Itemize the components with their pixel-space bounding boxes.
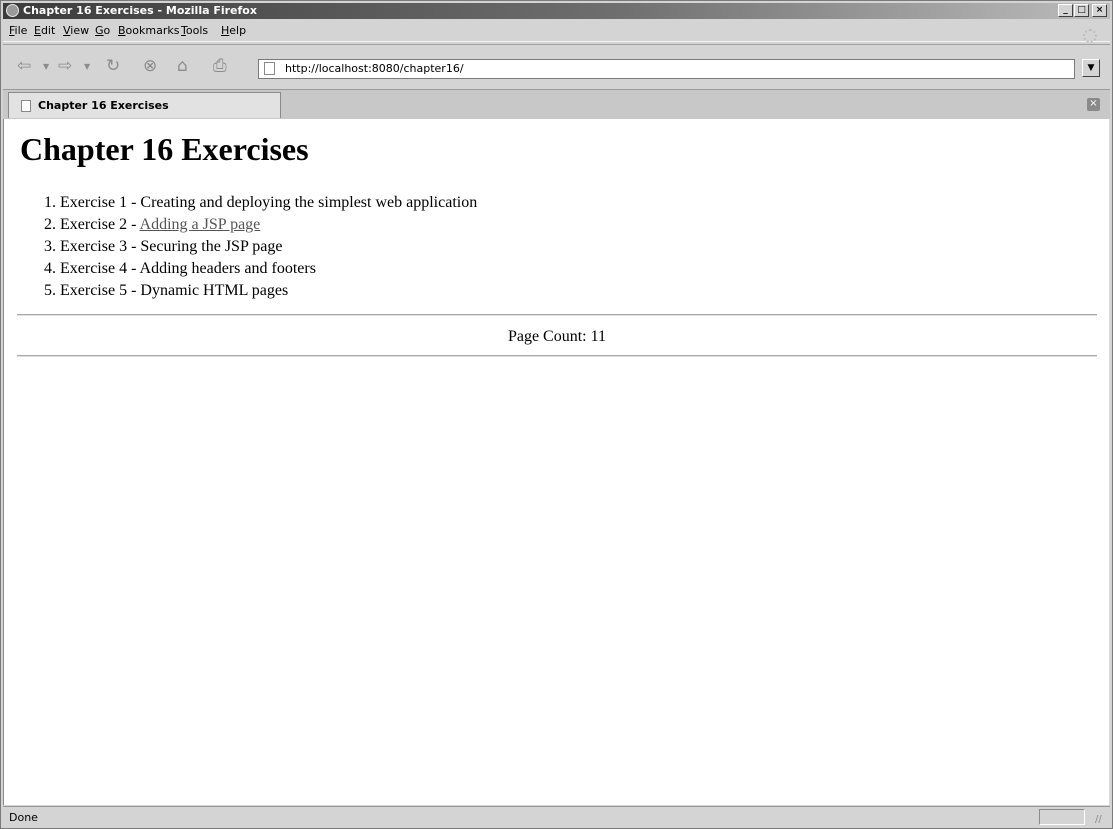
menu-bookmarks-label: ookmarks <box>125 24 180 37</box>
maximize-button[interactable]: □ <box>1074 4 1089 17</box>
menu-bar: File Edit View Go Bookmarks Tools Help <box>3 21 1110 42</box>
resize-grip-icon[interactable]: // <box>1095 814 1102 825</box>
horizontal-rule-top <box>17 314 1097 316</box>
menu-edit-accel: E <box>34 24 41 37</box>
throbber-icon <box>1083 29 1097 43</box>
reload-icon[interactable]: ↻ <box>106 57 120 75</box>
status-panel <box>1039 809 1085 825</box>
menu-go-label: o <box>103 24 111 37</box>
menu-go[interactable]: Go <box>95 24 110 37</box>
url-text[interactable]: http://localhost:8080/chapter16/ <box>285 62 464 75</box>
tab-page-icon <box>21 100 31 112</box>
menu-tools-label: ools <box>185 24 209 37</box>
menu-file[interactable]: File <box>9 24 27 37</box>
back-history-dropdown-icon[interactable]: ▼ <box>43 62 49 71</box>
menu-bookmarks-accel: B <box>118 24 126 37</box>
menu-edit[interactable]: Edit <box>34 24 55 37</box>
list-item: Exercise 5 - Dynamic HTML pages <box>60 280 477 302</box>
title-bar[interactable]: Chapter 16 Exercises - Mozilla Firefox _… <box>3 3 1110 19</box>
close-tab-icon[interactable]: × <box>1087 98 1100 111</box>
exercise-2-prefix: Exercise 2 - <box>60 216 140 233</box>
exercise-2-link[interactable]: Adding a JSP page <box>140 216 261 233</box>
menu-help-label: elp <box>229 24 247 37</box>
page-count-text: Page Count: 11 <box>507 328 607 345</box>
list-item: Exercise 1 - Creating and deploying the … <box>60 192 477 214</box>
status-bar: Done // <box>3 806 1110 827</box>
url-history-dropdown-button[interactable]: ▼ <box>1082 59 1100 77</box>
menu-view-label: iew <box>70 24 90 37</box>
firefox-icon <box>6 4 19 17</box>
menu-edit-label: dit <box>40 24 56 37</box>
browser-window: Chapter 16 Exercises - Mozilla Firefox _… <box>0 0 1113 829</box>
menu-file-label: ile <box>14 24 28 37</box>
list-item: Exercise 3 - Securing the JSP page <box>60 236 477 258</box>
back-icon[interactable]: ⇦ <box>17 57 31 75</box>
tab-chapter-16-exercises[interactable]: Chapter 16 Exercises <box>8 92 281 118</box>
tab-label: Chapter 16 Exercises <box>38 99 169 112</box>
navigation-toolbar: ⇦ ▼ ⇨ ▼ ↻ ⊗ ⌂ ⎙ http://localhost:8080/ch… <box>3 44 1110 86</box>
exercise-list: Exercise 1 - Creating and deploying the … <box>18 192 477 302</box>
print-icon[interactable]: ⎙ <box>213 57 227 75</box>
page-content: Chapter 16 Exercises Exercise 1 - Creati… <box>3 119 1110 805</box>
url-bar[interactable]: http://localhost:8080/chapter16/ <box>258 59 1075 79</box>
tab-strip: Chapter 16 Exercises × <box>3 89 1110 120</box>
stop-icon[interactable]: ⊗ <box>143 57 157 75</box>
menu-tools[interactable]: Tools <box>181 24 208 37</box>
minimize-button[interactable]: _ <box>1058 4 1073 17</box>
status-text: Done <box>9 811 38 824</box>
page-heading: Chapter 16 Exercises <box>20 131 309 167</box>
menu-help[interactable]: Help <box>221 24 246 37</box>
menu-view[interactable]: View <box>63 24 89 37</box>
close-window-button[interactable]: × <box>1092 4 1107 17</box>
forward-history-dropdown-icon[interactable]: ▼ <box>84 62 90 71</box>
window-title: Chapter 16 Exercises - Mozilla Firefox <box>23 4 257 17</box>
home-icon[interactable]: ⌂ <box>177 57 188 75</box>
horizontal-rule-bottom <box>17 355 1097 357</box>
list-item: Exercise 2 - Adding a JSP page <box>60 214 477 236</box>
forward-icon[interactable]: ⇨ <box>58 57 72 75</box>
list-item: Exercise 4 - Adding headers and footers <box>60 258 477 280</box>
menu-bookmarks[interactable]: Bookmarks <box>118 24 179 37</box>
page-icon <box>264 62 275 75</box>
menu-go-accel: G <box>95 24 104 37</box>
